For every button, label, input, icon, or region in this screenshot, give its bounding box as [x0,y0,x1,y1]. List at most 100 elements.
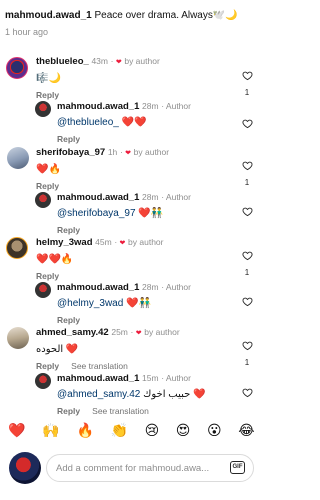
avatar[interactable] [7,327,29,349]
reply-button[interactable]: Reply [57,134,80,144]
like-count: 1 [244,268,250,277]
reply-item: mahmoud.awad_1 15m · Author @ahmed_samy.… [0,372,263,416]
liked-by-author-badge: by author [124,56,160,66]
author-badge: Author [165,282,191,292]
comment-text: الحوده ❤️ [36,344,79,355]
heart-outline-icon [241,388,253,398]
liked-by-author-badge: by author [128,237,164,247]
reply-button[interactable]: Reply [36,181,59,191]
comment-text: ❤️👬 [138,208,164,219]
comment-input-placeholder: Add a comment for mahmoud.awa... [56,463,210,474]
author-heart-icon: ❤ [115,59,122,66]
comment-username[interactable]: mahmoud.awad_1 [57,101,139,112]
like-button[interactable]: 1 [241,338,253,367]
comment-item: helmy_3wad 45m · ❤ by author ❤️❤️🔥 Reply… [0,236,263,281]
reply-button[interactable]: Reply [57,315,80,325]
comment-text: حبيب اخوك ❤️ [143,389,206,400]
like-count: 1 [244,178,250,187]
like-button[interactable] [241,294,253,312]
heart-outline-icon [241,71,253,81]
comment-time: 28m [142,101,159,111]
comment-time: 15m [142,373,159,383]
reply-item: mahmoud.awad_1 28m · Author @helmy_3wad … [0,281,263,325]
heart-outline-icon [241,207,253,217]
author-badge: Author [165,192,191,202]
like-button[interactable]: 1 [241,68,253,97]
comment-username[interactable]: helmy_3wad [36,237,93,248]
avatar[interactable] [7,147,29,169]
comment-time: 1h [107,147,118,157]
comment-item: sherifobaya_97 1h · ❤ by author ❤️🔥 Repl… [0,146,263,191]
comment-username[interactable]: mahmoud.awad_1 [57,282,139,293]
comment-username[interactable]: sherifobaya_97 [36,147,105,158]
comment-time: 43m [91,56,108,66]
post-caption: mahmoud.awad_1 Peace over drama. Always🕊… [5,10,260,22]
caption-text: Peace over drama. Always🕊️🌙 [94,10,238,21]
heart-emoji-button[interactable]: ❤️ [8,422,25,439]
surprised-emoji-button[interactable]: 😮 [207,422,222,439]
like-count: 1 [244,358,250,367]
reply-button[interactable]: Reply [36,361,59,371]
avatar[interactable] [35,192,51,208]
mention-link[interactable]: @helmy_3wad [57,298,123,309]
reply-button[interactable]: Reply [57,225,80,235]
comment-username[interactable]: ahmed_samy.42 [36,327,109,338]
liked-by-author-badge: by author [133,147,170,157]
heart-outline-icon [241,251,253,261]
gif-button[interactable]: GIF [230,461,245,474]
comment-composer: Add a comment for mahmoud.awa... GIF [0,450,263,490]
heart-outline-icon [241,341,253,351]
mention-link[interactable]: @theblueleo_ [57,117,119,128]
avatar[interactable] [6,237,28,259]
comment-text: ❤️❤️🔥 [36,254,74,265]
reply-button[interactable]: Reply [36,271,59,281]
comment-text: ❤️👬 [126,298,151,309]
like-button[interactable]: 1 [241,248,253,277]
mention-link[interactable]: @ahmed_samy.42 [57,389,140,400]
like-count: 1 [244,88,250,97]
fire-emoji-button[interactable]: 🔥 [76,422,93,439]
comment-text: ❤️❤️ [121,117,147,128]
current-user-avatar [9,452,41,484]
reply-button[interactable]: Reply [57,406,80,416]
see-translation-button[interactable]: See translation [92,406,149,416]
comment-username[interactable]: theblueleo_ [36,56,89,67]
clapping-emoji-button[interactable]: 👏 [111,422,128,439]
author-badge: Author [165,101,191,111]
crying-emoji-button[interactable]: 😢 [145,422,160,439]
comment-time: 25m [111,327,128,337]
author-heart-icon: ❤ [135,330,142,337]
heart-outline-icon [241,161,253,171]
like-button[interactable] [241,116,253,134]
heart-outline-icon [241,119,253,129]
emoji-reaction-bar: ❤️ 🙌 🔥 👏 😢 😍 😮 😂 [0,418,263,442]
caption-username[interactable]: mahmoud.awad_1 [5,10,92,21]
reply-button[interactable]: Reply [36,90,59,100]
heart-eyes-emoji-button[interactable]: 😍 [176,422,191,439]
laughing-emoji-button[interactable]: 😂 [238,422,254,439]
see-translation-button[interactable]: See translation [71,361,128,371]
mention-link[interactable]: @sherifobaya_97 [57,208,136,219]
like-button[interactable]: 1 [241,158,253,187]
comment-username[interactable]: mahmoud.awad_1 [57,373,139,384]
author-heart-icon: ❤ [119,240,126,247]
avatar[interactable] [35,101,51,117]
like-button[interactable] [241,385,253,403]
comment-time: 28m [142,282,159,292]
comment-item: theblueleo_ 43m · ❤ by author 🎼🌙 Reply 1 [0,55,263,100]
caption-timestamp: 1 hour ago [5,27,49,37]
comment-input[interactable]: Add a comment for mahmoud.awa... GIF [46,454,254,482]
raised-hands-emoji-button[interactable]: 🙌 [42,422,59,439]
reply-item: mahmoud.awad_1 28m · Author @sherifobaya… [0,191,263,235]
avatar[interactable] [35,373,51,389]
author-badge: Author [165,373,191,383]
like-button[interactable] [241,204,253,222]
comment-username[interactable]: mahmoud.awad_1 [57,192,139,203]
avatar[interactable] [35,282,51,298]
comment-item: ahmed_samy.42 25m · ❤ by author الحوده ❤… [0,326,263,371]
comment-text: ❤️🔥 [36,164,61,175]
author-heart-icon: ❤ [125,150,132,157]
avatar[interactable] [6,57,28,79]
heart-outline-icon [241,297,253,307]
reply-item: mahmoud.awad_1 28m · Author @theblueleo_… [0,100,263,144]
